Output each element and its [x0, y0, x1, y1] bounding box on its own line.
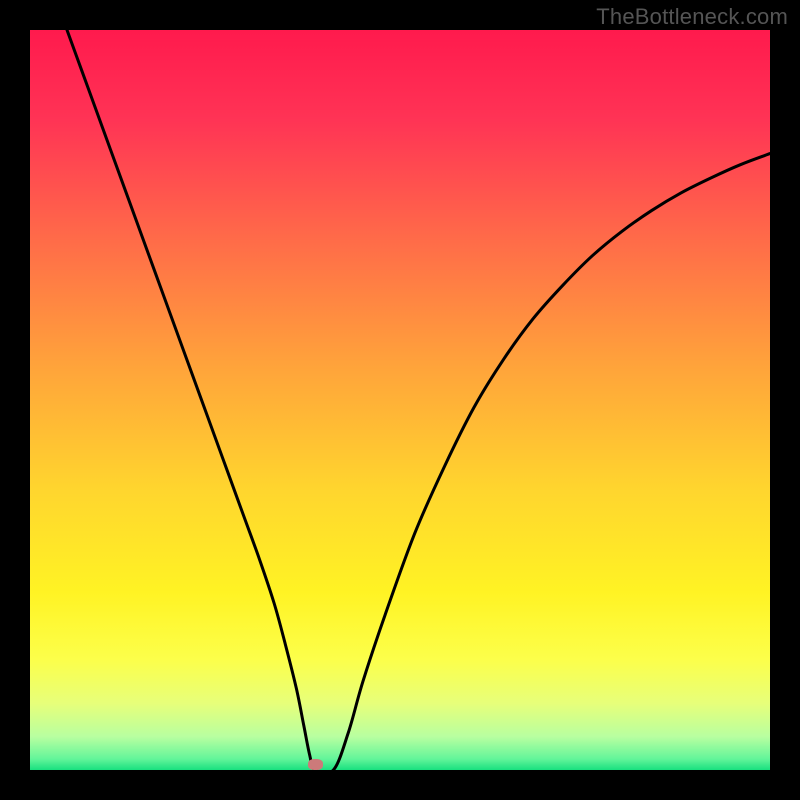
plot-area — [30, 30, 770, 770]
watermark-text: TheBottleneck.com — [596, 4, 788, 30]
curve-layer — [30, 30, 770, 770]
bottleneck-curve — [67, 30, 770, 770]
minimum-marker — [308, 759, 323, 770]
chart-frame: TheBottleneck.com — [0, 0, 800, 800]
